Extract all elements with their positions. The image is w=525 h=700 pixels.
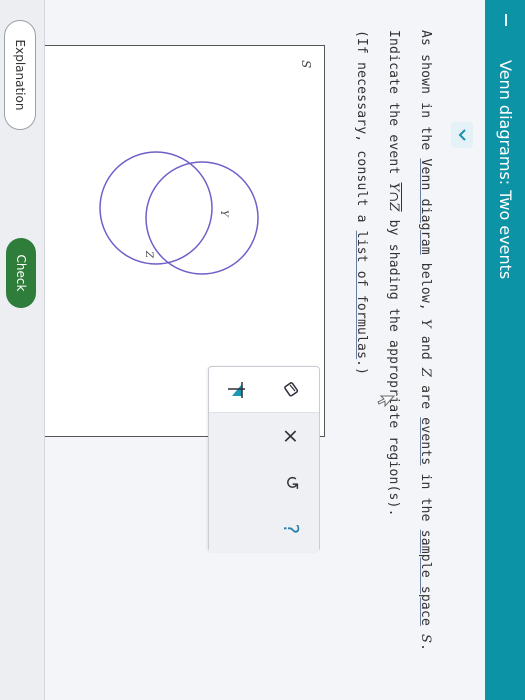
circle-y[interactable]	[145, 161, 259, 275]
help-icon: ?	[279, 523, 304, 535]
sample-space-label: S	[299, 60, 313, 68]
app-window: Venn diagrams: Two events As shown in th…	[0, 0, 525, 700]
circle-z[interactable]	[99, 151, 213, 265]
clear-button[interactable]: ×	[278, 422, 306, 450]
sample-space-link[interactable]: sample space	[418, 530, 433, 626]
eraser-icon	[284, 381, 299, 397]
shade-region-button[interactable]	[223, 376, 251, 404]
mouse-cursor-icon	[377, 395, 395, 408]
set-z-label: Z	[143, 250, 154, 259]
toolbox-left-column	[209, 367, 319, 412]
question-line-3: (If necessary, consult a list of formula…	[354, 30, 369, 376]
undo-button[interactable]: ↺	[278, 468, 306, 496]
var-s: S	[418, 634, 433, 644]
venn-diagram-link[interactable]: Venn diagram	[418, 158, 433, 254]
check-button[interactable]: Check	[6, 238, 36, 308]
formulas-link[interactable]: list of formulas	[354, 231, 369, 359]
undo-icon: ↺	[281, 474, 302, 491]
explanation-button[interactable]: Explanation	[4, 20, 36, 130]
help-button[interactable]: ?	[278, 515, 306, 543]
chevron-down-icon	[458, 129, 466, 141]
events-link[interactable]: events	[418, 417, 433, 465]
question-line-2: Indicate the event Y∩Z by shading the ap…	[386, 30, 401, 517]
shade-region-icon	[228, 381, 246, 398]
shading-toolbox: × ↺ ?	[208, 366, 320, 552]
question-line-1: As shown in the Venn diagram below, Y an…	[418, 30, 433, 652]
eraser-button[interactable]	[278, 376, 306, 404]
menu-dash-icon[interactable]	[505, 14, 507, 26]
set-y-label: Y	[218, 210, 229, 218]
toolbox-actions: × ↺ ?	[209, 412, 319, 552]
header-bar: Venn diagrams: Two events	[485, 0, 525, 700]
var-y: Y	[418, 318, 433, 328]
collapse-chevron-button[interactable]	[451, 122, 473, 148]
footer-bar: Explanation Check	[0, 0, 45, 700]
event-expression: Y∩Z	[386, 182, 401, 212]
clear-icon: ×	[279, 427, 304, 445]
var-z: Z	[418, 367, 433, 378]
page-title: Venn diagrams: Two events	[496, 60, 515, 280]
